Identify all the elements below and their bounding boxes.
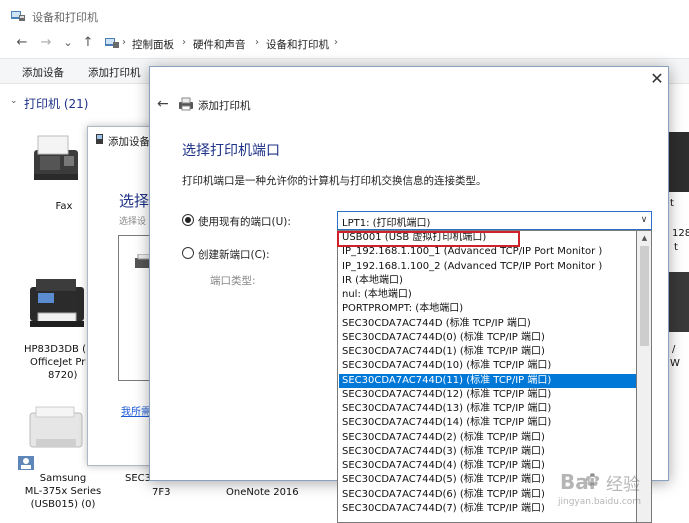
printer-icon[interactable] bbox=[669, 272, 689, 332]
user-badge-icon bbox=[18, 456, 34, 470]
port-option[interactable]: SEC30CDA7AC744D(14) (标准 TCP/IP 端口) bbox=[339, 416, 636, 430]
scroll-up-icon[interactable]: ▲ bbox=[637, 231, 652, 245]
up-arrow-icon[interactable]: ↑ bbox=[80, 35, 96, 51]
add-device-heading: 选择 bbox=[119, 192, 150, 210]
create-new-port-radio[interactable] bbox=[182, 247, 194, 259]
breadcrumb-separator: › bbox=[182, 37, 186, 48]
sec-device-label: SEC3 bbox=[125, 473, 152, 484]
use-existing-port-radio[interactable] bbox=[182, 214, 194, 226]
officejet-label: HP83D3DB ( OfficeJet Pr 8720) bbox=[24, 344, 86, 381]
sec-device-label-2: 7F3 bbox=[152, 487, 171, 498]
port-option[interactable]: SEC30CDA7AC744D (标准 TCP/IP 端口) bbox=[339, 317, 636, 331]
breadcrumb-control-panel[interactable]: 控制面板 bbox=[132, 37, 174, 52]
port-option[interactable]: PORTPROMPT: (本地端口) bbox=[339, 302, 636, 316]
port-option[interactable]: SEC30CDA7AC744D(1) (标准 TCP/IP 端口) bbox=[339, 345, 636, 359]
port-option[interactable]: IR (本地端口) bbox=[339, 274, 636, 288]
add-device-subtitle: 选择设 bbox=[119, 217, 147, 227]
back-arrow-icon[interactable]: ← bbox=[14, 35, 30, 51]
printer-icon bbox=[178, 97, 194, 111]
port-option[interactable]: nul: (本地端口) bbox=[339, 288, 636, 302]
dialog-description: 打印机端口是一种允许你的计算机与打印机交换信息的连接类型。 bbox=[182, 175, 487, 187]
port-option[interactable]: SEC30CDA7AC744D(0) (标准 TCP/IP 端口) bbox=[339, 331, 636, 345]
window-title: 设备和打印机 bbox=[32, 11, 98, 24]
dialog-heading: 选择打印机端口 bbox=[182, 143, 280, 159]
add-printer-button[interactable]: 添加打印机 bbox=[88, 65, 141, 80]
devices-printers-icon bbox=[10, 9, 26, 23]
officejet-printer-icon[interactable] bbox=[26, 273, 88, 338]
port-select-value: LPT1: (打印机端口) bbox=[342, 218, 431, 229]
samsung-printer-icon[interactable] bbox=[26, 403, 86, 462]
port-option[interactable]: SEC30CDA7AC744D(10) (标准 TCP/IP 端口) bbox=[339, 359, 636, 373]
create-new-port-label[interactable]: 创建新端口(C): bbox=[198, 247, 270, 262]
port-option[interactable]: IP_192.168.1.100_1 (Advanced TCP/IP Port… bbox=[339, 245, 636, 259]
watermark-url: jingyan.baidu.com bbox=[558, 497, 642, 507]
port-option[interactable]: SEC30CDA7AC744D(12) (标准 TCP/IP 端口) bbox=[339, 388, 636, 402]
back-arrow-icon[interactable]: ← bbox=[157, 96, 169, 112]
recent-locations-icon[interactable]: ⌄ bbox=[60, 35, 76, 51]
add-device-icon bbox=[95, 133, 105, 145]
port-option[interactable]: IP_192.168.1.100_2 (Advanced TCP/IP Port… bbox=[339, 260, 636, 274]
printer-icon[interactable] bbox=[669, 132, 689, 192]
watermark-text: 经验 bbox=[606, 475, 640, 495]
port-option[interactable]: USB001 (USB 虚拟打印机端口) bbox=[339, 231, 636, 245]
breadcrumb-devices-printers[interactable]: 设备和打印机 bbox=[266, 37, 329, 52]
control-panel-icon bbox=[104, 36, 120, 50]
add-device-title: 添加设备 bbox=[108, 136, 150, 148]
port-option[interactable]: SEC30CDA7AC744D(13) (标准 TCP/IP 端口) bbox=[339, 402, 636, 416]
fax-printer-icon[interactable] bbox=[26, 128, 86, 191]
use-existing-port-label[interactable]: 使用现有的端口(U): bbox=[198, 214, 291, 229]
scrollbar-thumb[interactable] bbox=[640, 246, 649, 346]
fax-label: Fax bbox=[55, 201, 73, 212]
printers-group-header[interactable]: 打印机 (21) bbox=[24, 95, 88, 112]
dialog-title: 添加打印机 bbox=[198, 100, 251, 112]
port-option[interactable]: SEC30CDA7AC744D(2) (标准 TCP/IP 端口) bbox=[339, 431, 636, 445]
port-type-label: 端口类型: bbox=[210, 275, 256, 287]
paw-icon: ✿ bbox=[585, 470, 601, 491]
port-option[interactable]: SEC30CDA7AC744D(3) (标准 TCP/IP 端口) bbox=[339, 445, 636, 459]
add-device-button[interactable]: 添加设备 bbox=[22, 65, 64, 80]
chevron-down-icon[interactable]: ∨ bbox=[638, 212, 650, 228]
breadcrumb-separator: › bbox=[255, 37, 259, 48]
breadcrumb-separator: › bbox=[122, 37, 126, 48]
forward-arrow-icon[interactable]: → bbox=[38, 35, 54, 51]
onenote-label: OneNote 2016 bbox=[226, 487, 299, 498]
breadcrumb-hardware-sound[interactable]: 硬件和声音 bbox=[193, 37, 246, 52]
close-icon[interactable]: ✕ bbox=[646, 69, 668, 89]
port-option[interactable]: SEC30CDA7AC744D(11) (标准 TCP/IP 端口) bbox=[339, 373, 636, 388]
breadcrumb-separator: › bbox=[334, 37, 338, 48]
samsung-label: Samsung ML-375x Series (USB015) (0) bbox=[24, 473, 102, 510]
collapse-chevron-icon[interactable]: ⌄ bbox=[10, 96, 18, 106]
title-bar bbox=[0, 0, 689, 32]
printer-not-listed-link[interactable]: 我所需 bbox=[121, 403, 151, 418]
